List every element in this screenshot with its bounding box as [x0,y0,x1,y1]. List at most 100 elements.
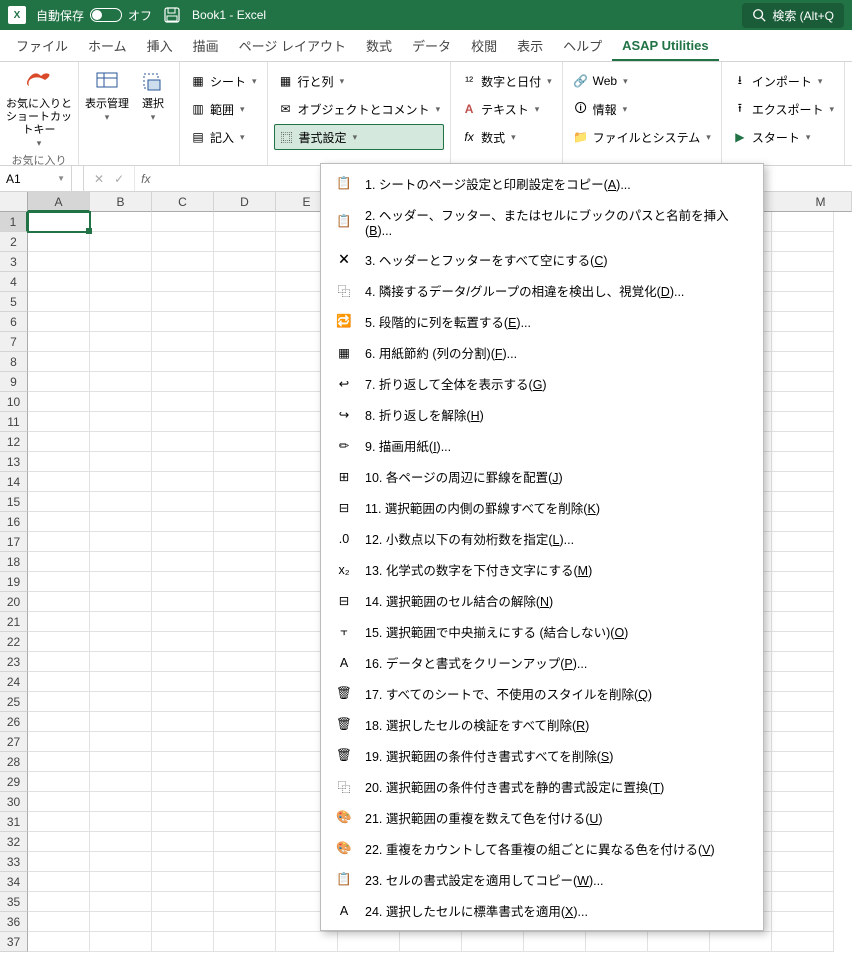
cell[interactable] [772,452,834,472]
row-header[interactable]: 2 [0,232,28,252]
row-header[interactable]: 1 [0,212,28,232]
cell[interactable] [28,932,90,952]
autosave-toggle[interactable]: 自動保存 オフ [36,7,152,24]
row-header[interactable]: 11 [0,412,28,432]
cell[interactable] [90,472,152,492]
cell[interactable] [90,652,152,672]
cell[interactable] [152,392,214,412]
cell[interactable] [152,852,214,872]
cell[interactable] [152,632,214,652]
cell[interactable] [90,512,152,532]
menu-item-1[interactable]: 📋1. シートのページ設定と印刷設定をコピー(A)... [321,168,763,199]
cell[interactable] [152,672,214,692]
tab-home[interactable]: ホーム [78,30,137,61]
cell[interactable] [90,772,152,792]
cell[interactable] [152,292,214,312]
cell[interactable] [28,772,90,792]
row-header[interactable]: 7 [0,332,28,352]
menu-item-21[interactable]: 🎨21. 選択範囲の重複を数えて色を付ける(U) [321,802,763,833]
cell[interactable] [400,932,462,952]
cell[interactable] [90,372,152,392]
cell[interactable] [214,872,276,892]
row-header[interactable]: 35 [0,892,28,912]
cell[interactable] [90,212,152,232]
cell[interactable] [772,852,834,872]
cell[interactable] [772,632,834,652]
cell[interactable] [214,212,276,232]
cell[interactable] [772,872,834,892]
cell[interactable] [214,272,276,292]
name-box[interactable]: A1 ▼ [0,166,72,191]
cell[interactable] [772,612,834,632]
row-header[interactable]: 12 [0,432,28,452]
cell[interactable] [28,872,90,892]
menu-item-23[interactable]: 📋23. セルの書式設定を適用してコピー(W)... [321,864,763,895]
start-button[interactable]: ▶スタート▾ [728,124,838,150]
cell[interactable] [90,932,152,952]
menu-item-16[interactable]: A16. データと書式をクリーンアップ(P)... [321,647,763,678]
menu-item-15[interactable]: ⫟15. 選択範囲で中央揃えにする (結合しない)(O) [321,616,763,647]
cell[interactable] [90,312,152,332]
tab-file[interactable]: ファイル [6,30,78,61]
tab-help[interactable]: ヘルプ [553,30,612,61]
cell[interactable] [152,472,214,492]
cell[interactable] [28,512,90,532]
cell[interactable] [214,832,276,852]
cell[interactable] [772,472,834,492]
cell[interactable] [90,672,152,692]
cell[interactable] [214,472,276,492]
cell[interactable] [152,572,214,592]
cell[interactable] [772,572,834,592]
row-col-button[interactable]: ▦行と列▾ [274,68,445,94]
menu-item-6[interactable]: ▦6. 用紙節約 (列の分割)(F)... [321,337,763,368]
cell[interactable] [90,732,152,752]
view-management-button[interactable]: 表示管理▾ [85,66,129,161]
object-comment-button[interactable]: ✉オブジェクトとコメント▾ [274,96,445,122]
tab-asap-utilities[interactable]: ASAP Utilities [612,32,718,61]
cell[interactable] [214,412,276,432]
menu-item-18[interactable]: 🗑18. 選択したセルの検証をすべて削除(R) [321,709,763,740]
row-header[interactable]: 26 [0,712,28,732]
cell[interactable] [152,872,214,892]
cell[interactable] [28,892,90,912]
cell[interactable] [772,932,834,952]
cell[interactable] [586,932,648,952]
tab-view[interactable]: 表示 [507,30,553,61]
cell[interactable] [772,232,834,252]
cell[interactable] [214,672,276,692]
menu-item-17[interactable]: 🗑17. すべてのシートで、不使用のスタイルを削除(Q) [321,678,763,709]
cell[interactable] [90,832,152,852]
cell[interactable] [214,692,276,712]
cell[interactable] [90,572,152,592]
cell[interactable] [152,592,214,612]
menu-item-12[interactable]: .012. 小数点以下の有効桁数を指定(L)... [321,523,763,554]
cell[interactable] [28,352,90,372]
cell[interactable] [772,712,834,732]
cell[interactable] [28,472,90,492]
toggle-switch-icon[interactable] [90,8,122,22]
row-header[interactable]: 18 [0,552,28,572]
select-button[interactable]: 選択▾ [133,66,173,161]
cell[interactable] [152,612,214,632]
row-header[interactable]: 30 [0,792,28,812]
row-header[interactable]: 31 [0,812,28,832]
cell[interactable] [214,652,276,672]
cell[interactable] [90,292,152,312]
cell[interactable] [90,792,152,812]
row-header[interactable]: 13 [0,452,28,472]
tab-draw[interactable]: 描画 [183,30,229,61]
cell[interactable] [28,572,90,592]
cell[interactable] [214,812,276,832]
row-header[interactable]: 37 [0,932,28,952]
dropdown-arrow-icon[interactable]: ▼ [57,174,65,183]
cell[interactable] [90,252,152,272]
cell[interactable] [90,352,152,372]
menu-item-19[interactable]: 🗑19. 選択範囲の条件付き書式すべてを削除(S) [321,740,763,771]
cell[interactable] [152,712,214,732]
cell[interactable] [772,552,834,572]
menu-item-5[interactable]: 🔁5. 段階的に列を転置する(E)... [321,306,763,337]
cell[interactable] [772,252,834,272]
row-header[interactable]: 3 [0,252,28,272]
cell[interactable] [152,832,214,852]
cell[interactable] [28,712,90,732]
